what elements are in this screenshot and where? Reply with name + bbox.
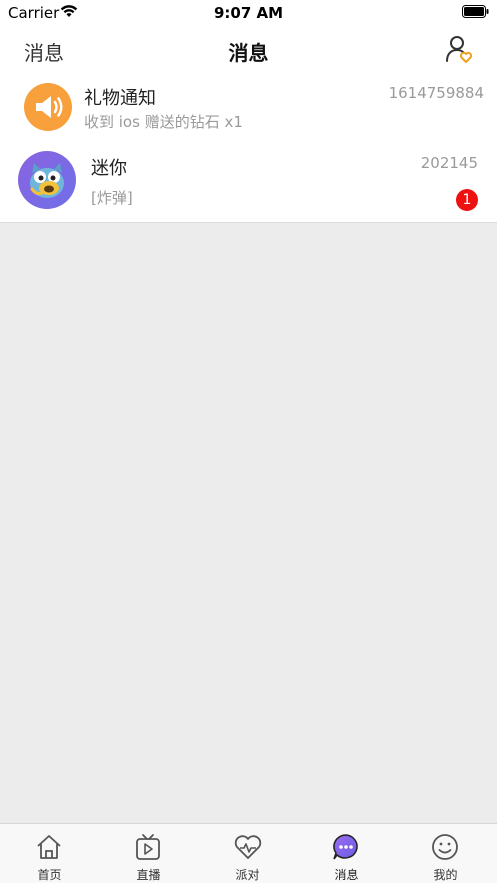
page-title: 消息 [228,41,269,65]
status-bar: Carrier 9:07 AM [0,0,497,26]
tab-label: 派对 [235,868,260,882]
tab-live[interactable]: 直播 [99,824,198,883]
message-preview: [炸弹] [91,189,133,207]
tab-label: 直播 [136,868,161,882]
clock: 9:07 AM [213,4,284,22]
tab-messages[interactable]: 消息 [297,824,396,883]
megaphone-icon [36,96,63,118]
tab-home[interactable]: 首页 [0,824,99,883]
tab-bar: 首页 直播 派对 消息 我的 [0,823,497,883]
tab-label: 首页 [37,868,62,882]
tab-label: 我的 [433,868,458,882]
tab-label: 消息 [334,868,359,882]
user-heart-icon[interactable] [444,34,474,64]
chat-bubble-icon [333,834,358,860]
battery-icon [462,5,489,18]
owl-avatar-icon [30,163,64,198]
unread-badge: 1 [456,189,478,211]
avatar [18,151,76,209]
message-list: 礼物通知 收到 ios 赠送的钻石 x1 1614759884 迷你 [炸弹] … [0,74,497,223]
tab-party[interactable]: 派对 [198,824,297,883]
tv-play-icon [136,834,160,860]
home-icon [37,835,61,859]
tab-me[interactable]: 我的 [396,824,495,883]
list-item[interactable]: 礼物通知 收到 ios 赠送的钻石 x1 1614759884 [0,74,497,142]
smiley-icon [432,834,458,860]
message-preview: 收到 ios 赠送的钻石 x1 [84,113,243,131]
gift-notice-avatar [24,83,72,131]
message-time: 202145 [420,154,478,172]
messages-screen: Carrier 9:07 AM 消息 消息 礼物通知 收到 ios 赠送的钻石 … [0,0,497,883]
heart-pulse-icon [234,835,262,859]
message-title: 礼物通知 [84,88,156,109]
message-time: 1614759884 [388,84,484,102]
message-title: 迷你 [91,158,127,179]
nav-bar: 消息 消息 [0,26,497,74]
